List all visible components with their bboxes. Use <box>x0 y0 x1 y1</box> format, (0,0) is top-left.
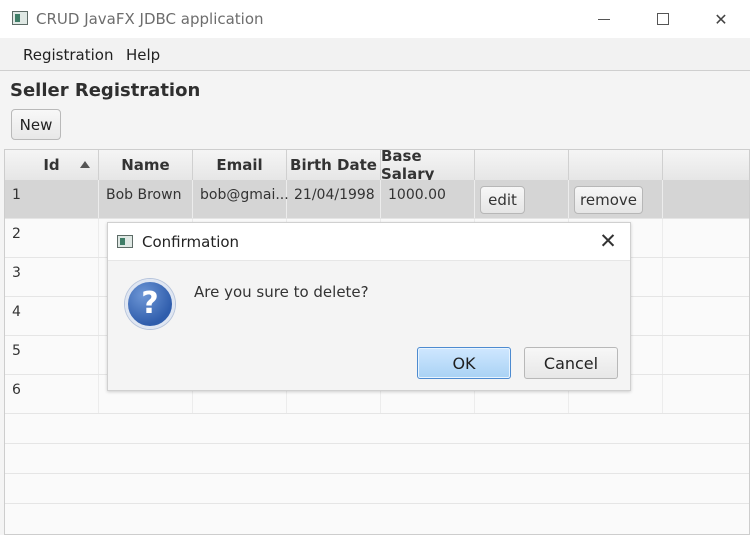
empty-row <box>5 414 749 444</box>
app-icon <box>12 11 28 25</box>
maximize-button[interactable] <box>634 0 692 38</box>
cell-id: 4 <box>5 297 99 335</box>
cancel-button[interactable]: Cancel <box>524 347 618 379</box>
menu-help[interactable]: Help <box>126 46 160 64</box>
page-title: Seller Registration <box>10 80 201 101</box>
column-remove[interactable] <box>569 150 663 180</box>
sort-ascending-icon <box>80 161 90 168</box>
column-base-salary[interactable]: Base Salary <box>381 150 475 183</box>
empty-row <box>5 444 749 474</box>
close-button[interactable]: ✕ <box>692 0 750 38</box>
question-icon: ? <box>125 279 175 329</box>
cell-id: 1 <box>5 180 99 218</box>
column-birth-date[interactable]: Birth Date <box>287 150 381 180</box>
minimize-icon <box>598 18 610 20</box>
cell-id: 5 <box>5 336 99 374</box>
new-button[interactable]: New <box>11 109 61 140</box>
empty-row <box>5 504 749 534</box>
column-email[interactable]: Email <box>193 150 287 180</box>
ok-button[interactable]: OK <box>417 347 511 379</box>
window-titlebar: CRUD JavaFX JDBC application ✕ <box>0 0 750 39</box>
cell-email: bob@gmai... <box>193 180 289 218</box>
window-title: CRUD JavaFX JDBC application <box>36 10 264 28</box>
maximize-icon <box>657 13 669 25</box>
dialog-title: Confirmation <box>142 233 240 251</box>
dialog-titlebar: Confirmation ✕ <box>108 223 630 261</box>
empty-row <box>5 474 749 504</box>
cell-edit: edit <box>475 180 569 218</box>
column-edit[interactable] <box>475 150 569 180</box>
column-id-label: Id <box>43 156 60 174</box>
cell-remove: remove <box>569 180 663 218</box>
table-header: Id Name Email Birth Date Base Salary <box>5 150 749 183</box>
cell-id: 6 <box>5 375 99 413</box>
remove-button[interactable]: remove <box>574 186 643 214</box>
dialog-message: Are you sure to delete? <box>194 283 369 301</box>
minimize-button[interactable] <box>575 0 633 38</box>
column-name[interactable]: Name <box>99 150 193 180</box>
column-filler <box>663 150 749 180</box>
menu-bar: Registration Help <box>0 38 750 71</box>
dialog-close-icon[interactable]: ✕ <box>596 229 620 253</box>
dialog-app-icon <box>117 235 133 248</box>
cell-id: 2 <box>5 219 99 257</box>
edit-button[interactable]: edit <box>480 186 525 214</box>
table-row[interactable]: 1 Bob Brown bob@gmai... 21/04/1998 1000.… <box>5 180 749 219</box>
column-id[interactable]: Id <box>5 150 99 180</box>
cell-birth-date: 21/04/1998 <box>287 180 381 218</box>
cell-name: Bob Brown <box>99 180 193 218</box>
menu-registration[interactable]: Registration <box>23 46 113 64</box>
cell-base-salary: 1000.00 <box>381 180 475 218</box>
close-icon: ✕ <box>714 9 728 29</box>
confirmation-dialog: Confirmation ✕ ? Are you sure to delete?… <box>107 222 631 391</box>
cell-id: 3 <box>5 258 99 296</box>
